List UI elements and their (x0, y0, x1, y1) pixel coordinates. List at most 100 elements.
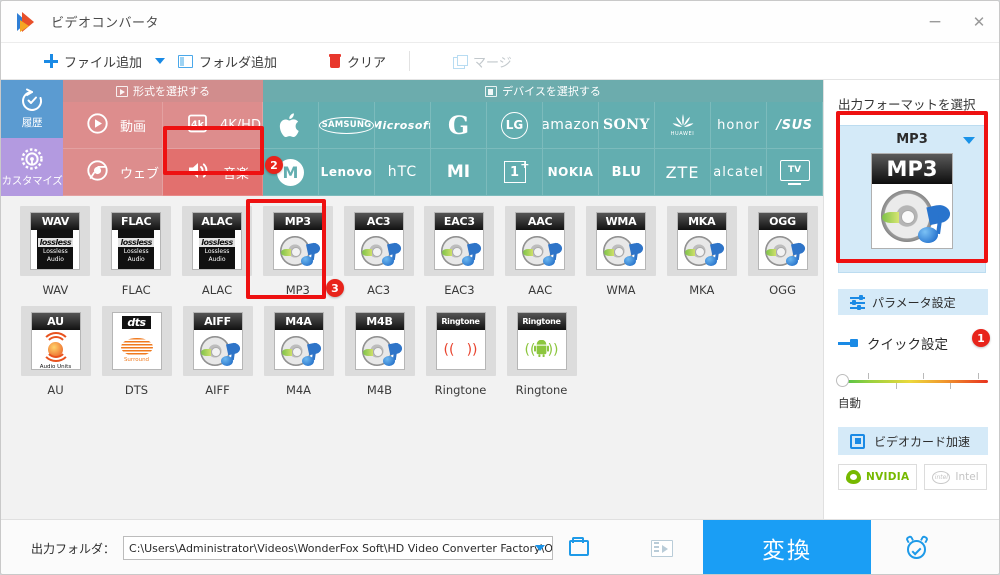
sidebar-item-history[interactable]: 履歴 (1, 80, 63, 138)
selected-format-preview[interactable]: MP3 MP3 (838, 125, 986, 273)
format-thumb: Ringtone (( )) (425, 306, 496, 376)
device-column: デバイスを選択する SAMSUNG Microsoft (263, 80, 823, 196)
quick-settings-button[interactable]: クイック設定 (838, 333, 989, 353)
format-tile-au[interactable]: AU Audio Units AU (15, 306, 96, 406)
music-note-icon (300, 241, 321, 266)
format-cap: WMA (596, 213, 645, 230)
gpu-acceleration-button[interactable]: ビデオカード加速 (838, 427, 988, 455)
close-icon[interactable]: ✕ (957, 1, 999, 43)
format-tile-mka[interactable]: MKA MKA (661, 206, 742, 306)
alarm-clock-icon[interactable] (905, 534, 930, 560)
format-tile-m4a[interactable]: M4A M4A (258, 306, 339, 406)
intel-button[interactable]: intel Intel (924, 464, 987, 490)
format-tile-alac[interactable]: ALAC lossless Lossless Audio ALAC (177, 206, 258, 306)
device-honor[interactable]: honor (711, 102, 767, 149)
format-tile-ac3[interactable]: AC3 AC3 (338, 206, 419, 306)
device-amazon[interactable]: amazon (543, 102, 599, 149)
category-video[interactable]: 動画 (63, 102, 163, 149)
category-video-label: 動画 (120, 119, 147, 135)
format-tile-wav[interactable]: WAV lossless Lossless Audio WAV (15, 206, 96, 306)
output-path-field[interactable]: C:\Users\Administrator\Videos\WonderFox … (123, 536, 554, 560)
device-apple[interactable] (263, 102, 319, 149)
format-thumb: dts Surround (101, 306, 172, 376)
bottom-bar: 出力フォルダ： C:\Users\Administrator\Videos\Wo… (1, 519, 999, 574)
gear-icon (19, 146, 45, 172)
music-note-icon (623, 241, 644, 266)
chevron-down-icon[interactable] (155, 58, 166, 64)
device-google[interactable]: G (431, 102, 487, 149)
format-tile-eac3[interactable]: EAC3 EAC3 (419, 206, 500, 306)
format-thumb: ALAC lossless Lossless Audio (181, 206, 252, 276)
format-label: MKA (689, 283, 715, 297)
format-tile-ogg[interactable]: OGG OGG (742, 206, 823, 306)
sidebar-item-customize[interactable]: カスタマイズ (1, 138, 63, 196)
slider-ticks-bottom (838, 383, 988, 390)
device-htc[interactable]: hTC (375, 149, 431, 196)
device-alcatel[interactable]: alcatel (711, 149, 767, 196)
format-tile-dts[interactable]: dts Surround DTS (96, 306, 177, 406)
format-tile-ringtone-apple[interactable]: Ringtone (( )) Ringtone (420, 306, 501, 406)
category-web[interactable]: ウェブ (63, 149, 163, 196)
open-folder-icon[interactable] (569, 537, 590, 556)
format-tile-m4b[interactable]: M4B M4B (339, 306, 420, 406)
toolbar-divider (409, 51, 411, 71)
lossless-icon: lossless Lossless Audio (198, 230, 235, 269)
step-badge-2: 2 (265, 156, 283, 174)
device-sony[interactable]: SONY (599, 102, 655, 149)
dts-icon: Surround (120, 336, 153, 363)
merge-button[interactable]: マージ (444, 43, 521, 80)
device-icon (485, 85, 498, 97)
format-label: OGG (769, 283, 796, 297)
format-thumb: EAC3 (424, 206, 495, 276)
format-thumb: MKA (666, 206, 737, 276)
format-tile-aiff[interactable]: AIFF AIFF (177, 306, 258, 406)
format-tile-aac[interactable]: AAC AAC (500, 206, 581, 306)
clear-button[interactable]: クリア (320, 43, 395, 80)
format-tile-wma[interactable]: WMA WMA (581, 206, 662, 306)
slider-value-label: 自動 (838, 396, 861, 410)
device-microsoft[interactable]: Microsoft (375, 102, 431, 149)
add-file-button[interactable]: ファイル追加 (35, 43, 151, 80)
sidebar-item-customize-label: カスタマイズ (1, 175, 63, 187)
nvidia-button[interactable]: NVIDIA (838, 464, 918, 490)
chevron-down-icon[interactable] (535, 545, 546, 551)
main-toolbar: ファイル追加 フォルダ追加 クリア マージ (1, 43, 999, 80)
minimize-button[interactable]: − (913, 1, 957, 43)
device-tv[interactable]: TV (767, 149, 823, 196)
format-label: WAV (42, 283, 69, 297)
lossless-line1: Lossless (123, 247, 149, 255)
format-thumb: OGG (747, 206, 818, 276)
device-huawei[interactable]: HUAWEI (655, 102, 711, 149)
parameter-settings-button[interactable]: パラメータ設定 (838, 289, 988, 315)
lossless-line2: Audio (208, 255, 226, 263)
device-samsung[interactable]: SAMSUNG (319, 102, 375, 149)
music-note-icon (382, 341, 403, 366)
format-row-1: WAV lossless Lossless Audio WAV FLAC los… (15, 206, 823, 306)
convert-button[interactable]: 変換 (703, 519, 872, 574)
4k-icon: 4k (187, 113, 208, 138)
add-folder-button[interactable]: フォルダ追加 (169, 43, 286, 80)
device-zte[interactable]: ZTE (655, 149, 711, 196)
device-oneplus[interactable]: 1 + (487, 149, 543, 196)
category-music[interactable]: 音楽 (163, 149, 263, 196)
device-lg[interactable]: LG (487, 102, 543, 149)
device-nokia[interactable]: NOKIA (543, 149, 599, 196)
format-tile-ringtone-android[interactable]: Ringtone (()) Ringtone (501, 306, 582, 406)
chevron-down-icon[interactable] (963, 137, 975, 144)
history-icon (19, 88, 45, 114)
device-xiaomi[interactable]: MI (431, 149, 487, 196)
music-note-icon (462, 241, 483, 266)
category-4khd[interactable]: 4k 4K/HD (163, 102, 263, 149)
format-row-2: AU Audio Units AU dts Surround DTS AIFF … (15, 306, 823, 406)
quick-icon (838, 338, 858, 348)
device-asus[interactable]: /SUS (767, 102, 823, 149)
slider-ticks-top (838, 373, 988, 380)
format-cap: Ringtone (517, 313, 566, 330)
merge-icon (453, 54, 469, 69)
quality-slider[interactable]: 自動 (836, 373, 988, 411)
device-lenovo[interactable]: Lenovo (319, 149, 375, 196)
device-blu[interactable]: BLU (599, 149, 655, 196)
format-tile-flac[interactable]: FLAC lossless Lossless Audio FLAC (96, 206, 177, 306)
add-file-label: ファイル追加 (64, 55, 143, 71)
film-preview-icon[interactable] (651, 539, 674, 557)
